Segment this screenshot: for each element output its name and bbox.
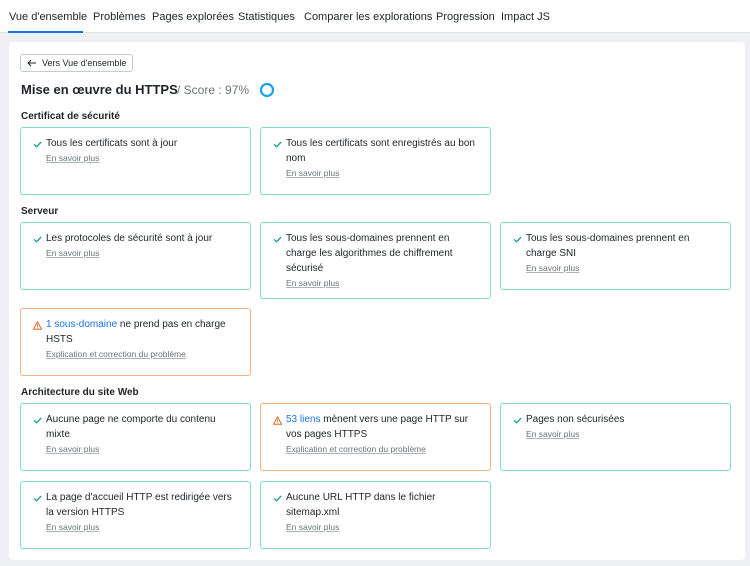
warning-icon (273, 416, 282, 425)
score-ring-icon (259, 82, 275, 98)
section-title-certificat: Certificat de sécurité (21, 111, 120, 122)
check-icon (33, 141, 42, 148)
learn-more-link[interactable]: En savoir plus (286, 167, 480, 179)
card-text: Aucune page ne comporte du contenu mixte (46, 414, 216, 440)
tab-bar: Vue d'ensemble Problèmes Pages explorées… (0, 0, 750, 33)
tab-vue-d-ensemble[interactable]: Vue d'ensemble (9, 11, 87, 23)
tab-problemes[interactable]: Problèmes (93, 11, 146, 23)
learn-more-link[interactable]: En savoir plus (46, 152, 240, 164)
card-pages-non-securisees: Pages non sécurisées En savoir plus (500, 403, 731, 471)
tab-impact-js[interactable]: Impact JS (501, 11, 550, 23)
arrow-left-icon (27, 59, 36, 67)
check-icon (273, 141, 282, 148)
main-panel: Vers Vue d'ensemble Mise en œuvre du HTT… (9, 42, 745, 560)
card-text: Tous les certificats sont à jour (46, 138, 178, 149)
tab-progression[interactable]: Progression (436, 11, 495, 23)
explanation-link[interactable]: Explication et correction du problème (46, 348, 240, 360)
learn-more-link[interactable]: En savoir plus (286, 277, 480, 289)
learn-more-link[interactable]: En savoir plus (286, 521, 480, 533)
card-text: Tous les sous-domaines prennent en charg… (286, 233, 453, 274)
card-text: Les protocoles de sécurité sont à jour (46, 233, 213, 244)
card-hsts: 1 sous-domaine ne prend pas en charge HS… (20, 308, 251, 376)
check-icon (33, 236, 42, 243)
tab-statistiques[interactable]: Statistiques (238, 11, 295, 23)
section-title-serveur: Serveur (21, 206, 59, 217)
back-to-overview-button[interactable]: Vers Vue d'ensemble (20, 54, 134, 72)
back-button-label: Vers Vue d'ensemble (42, 58, 127, 68)
check-icon (33, 417, 42, 424)
card-sitemap: Aucune URL HTTP dans le fichier sitemap.… (260, 481, 491, 549)
card-contenu-mixte: Aucune page ne comporte du contenu mixte… (20, 403, 251, 471)
card-text: La page d'accueil HTTP est redirigée ver… (46, 492, 232, 518)
learn-more-link[interactable]: En savoir plus (526, 262, 720, 274)
tab-comparer-les-explorations[interactable]: Comparer les explorations (304, 11, 432, 23)
issue-link[interactable]: 1 sous-domaine (46, 319, 117, 330)
learn-more-link[interactable]: En savoir plus (46, 443, 240, 455)
card-algorithmes-chiffrement: Tous les sous-domaines prennent en charg… (260, 222, 491, 299)
page-title: Mise en œuvre du HTTPS (21, 82, 178, 97)
section-title-architecture: Architecture du site Web (21, 387, 139, 398)
card-text: Tous les sous-domaines prennent en charg… (526, 233, 690, 259)
card-text: Aucune URL HTTP dans le fichier sitemap.… (286, 492, 436, 518)
learn-more-link[interactable]: En savoir plus (526, 428, 720, 440)
card-text: Tous les certificats sont enregistrés au… (286, 138, 475, 164)
check-icon (513, 236, 522, 243)
check-icon (513, 417, 522, 424)
card-certificats-bon-nom: Tous les certificats sont enregistrés au… (260, 127, 491, 195)
check-icon (33, 495, 42, 502)
card-sni: Tous les sous-domaines prennent en charg… (500, 222, 731, 290)
issue-link[interactable]: 53 liens (286, 414, 320, 425)
card-redirection-accueil: La page d'accueil HTTP est redirigée ver… (20, 481, 251, 549)
explanation-link[interactable]: Explication et correction du problème (286, 443, 480, 455)
card-protocoles-securite: Les protocoles de sécurité sont à jour En… (20, 222, 251, 290)
check-icon (273, 495, 282, 502)
active-tab-indicator (8, 31, 83, 33)
learn-more-link[interactable]: En savoir plus (46, 521, 240, 533)
card-text: Pages non sécurisées (526, 414, 625, 425)
warning-icon (33, 321, 42, 330)
score-text: / Score : 97% (177, 83, 250, 97)
check-icon (273, 236, 282, 243)
learn-more-link[interactable]: En savoir plus (46, 247, 240, 259)
tab-pages-explorees[interactable]: Pages explorées (152, 11, 234, 23)
card-liens-http: 53 liens mènent vers une page HTTP sur v… (260, 403, 491, 471)
card-certificats-a-jour: Tous les certificats sont à jour En savoi… (20, 127, 251, 195)
